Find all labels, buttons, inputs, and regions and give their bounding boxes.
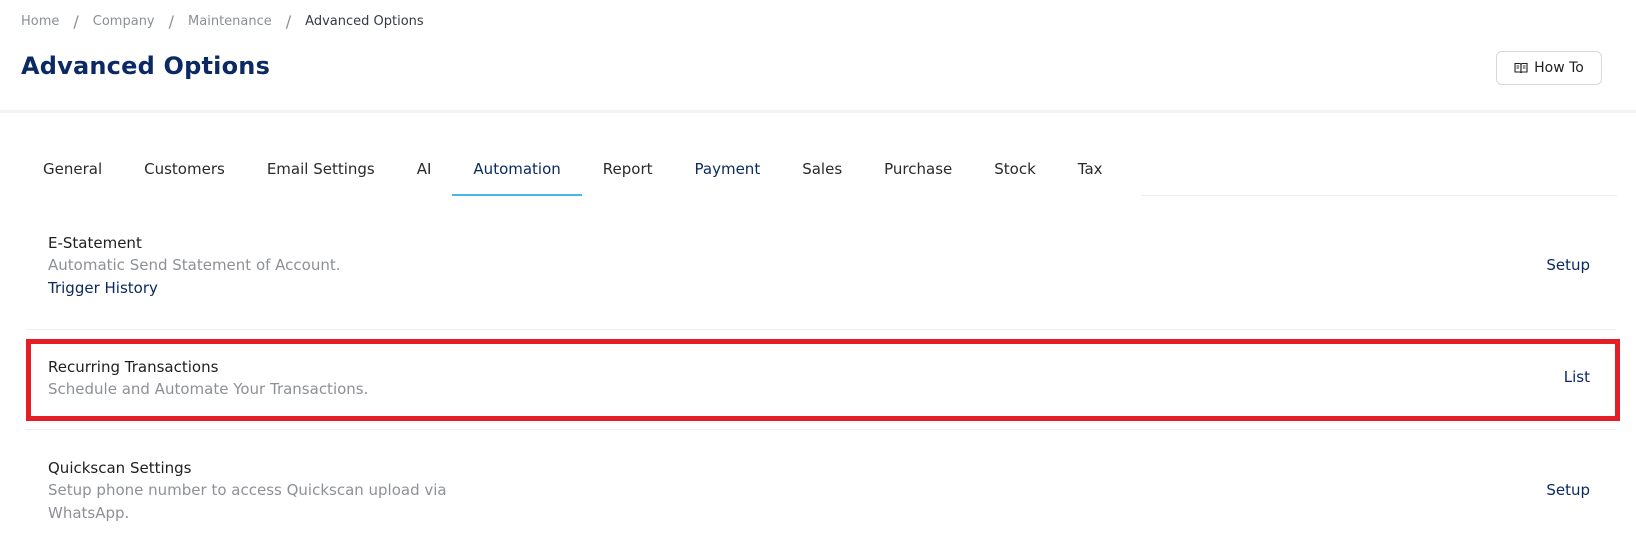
tab-report[interactable]: Report <box>582 148 674 196</box>
book-open-icon <box>1514 62 1528 74</box>
tab-stock[interactable]: Stock <box>973 148 1057 196</box>
tab-general[interactable]: General <box>22 148 123 196</box>
tab-payment[interactable]: Payment <box>674 148 782 196</box>
tab-ai[interactable]: AI <box>396 148 453 196</box>
tab-sales[interactable]: Sales <box>781 148 863 196</box>
breadcrumb-separator: / <box>168 12 175 31</box>
quickscan-setup-link[interactable]: Setup <box>1546 481 1590 499</box>
setting-row-estatement: E-Statement Automatic Send Statement of … <box>26 232 1616 304</box>
quickscan-description-line1: Setup phone number to access Quickscan u… <box>48 481 447 499</box>
breadcrumb-company[interactable]: Company <box>93 14 155 29</box>
setting-row-quickscan: Quickscan Settings Setup phone number to… <box>26 457 1616 529</box>
row-divider <box>26 329 1616 330</box>
breadcrumb-separator: / <box>285 12 292 31</box>
how-to-button[interactable]: How To <box>1496 51 1602 85</box>
estatement-setup-link[interactable]: Setup <box>1546 256 1590 274</box>
setting-row-recurring-transactions: Recurring Transactions Schedule and Auto… <box>26 356 1616 404</box>
breadcrumb-home[interactable]: Home <box>21 14 59 29</box>
tab-automation[interactable]: Automation <box>452 148 583 196</box>
tab-customers[interactable]: Customers <box>123 148 246 196</box>
tab-tax[interactable]: Tax <box>1057 148 1124 196</box>
row-divider <box>26 429 1616 430</box>
how-to-label: How To <box>1534 60 1584 76</box>
page-header: Home / Company / Maintenance / Advanced … <box>0 0 1636 113</box>
settings-tabs: General Customers Email Settings AI Auto… <box>22 148 1124 196</box>
breadcrumb-maintenance[interactable]: Maintenance <box>188 14 272 29</box>
estatement-description: Automatic Send Statement of Account. <box>48 256 341 274</box>
tab-email-settings[interactable]: Email Settings <box>246 148 396 196</box>
advanced-options-page: Home / Company / Maintenance / Advanced … <box>0 0 1636 544</box>
breadcrumb: Home / Company / Maintenance / Advanced … <box>21 12 424 31</box>
recurring-transactions-description: Schedule and Automate Your Transactions. <box>48 380 369 398</box>
recurring-transactions-list-link[interactable]: List <box>1564 368 1590 386</box>
tabs-divider <box>1141 195 1617 196</box>
quickscan-description-line2: WhatsApp. <box>48 504 130 522</box>
estatement-title: E-Statement <box>48 234 142 252</box>
page-title: Advanced Options <box>21 52 271 80</box>
recurring-transactions-title: Recurring Transactions <box>48 358 219 376</box>
breadcrumb-current: Advanced Options <box>305 14 424 29</box>
trigger-history-link[interactable]: Trigger History <box>48 277 1616 300</box>
quickscan-title: Quickscan Settings <box>48 459 192 477</box>
tab-purchase[interactable]: Purchase <box>863 148 973 196</box>
breadcrumb-separator: / <box>73 12 79 31</box>
